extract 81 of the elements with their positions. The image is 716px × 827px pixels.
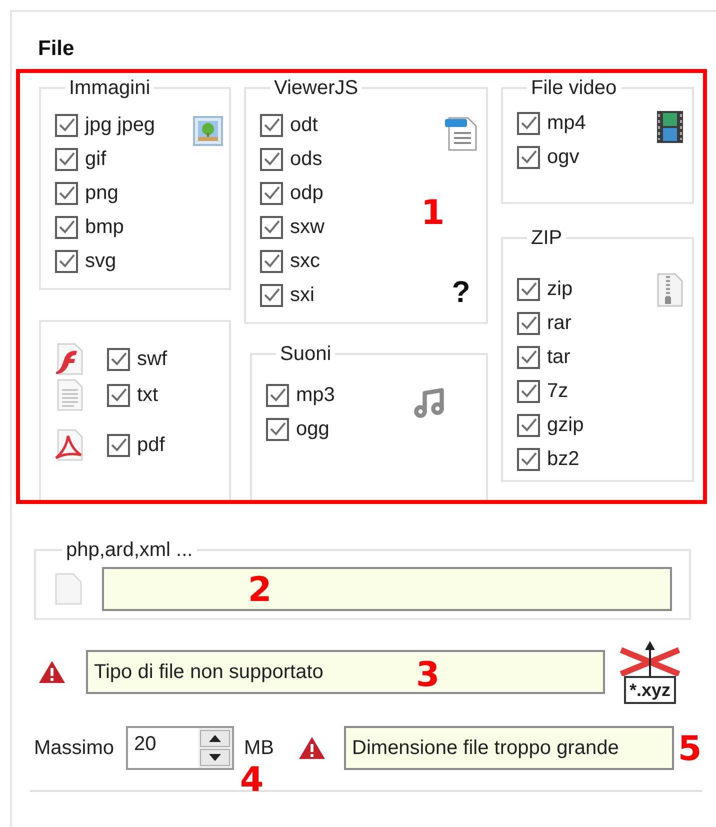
field-label: Massimo: [34, 736, 114, 761]
checkbox[interactable]: [107, 348, 130, 370]
checkbox[interactable]: [260, 148, 283, 170]
checkbox-label: bz2: [547, 449, 580, 469]
checkbox-label: pdf: [137, 435, 165, 455]
music-note-icon: [412, 386, 446, 420]
annotation-number: 2: [248, 573, 272, 607]
group-title: php,ard,xml ...: [65, 540, 194, 560]
file-extension-label: *.xyz: [624, 676, 676, 704]
checkbox[interactable]: [517, 278, 540, 300]
message-field: Dimensione file troppo grande: [344, 726, 674, 770]
checkbox[interactable]: [107, 384, 130, 406]
checkbox-label: gzip: [547, 415, 584, 435]
archive-icon: [656, 272, 684, 308]
annotation-number: 1: [421, 196, 445, 230]
checkbox-label: bmp: [85, 217, 124, 237]
unit-label: MB: [244, 737, 274, 759]
checkbox-label: odt: [290, 115, 318, 135]
checkbox[interactable]: [517, 346, 540, 368]
checkbox[interactable]: [55, 216, 78, 238]
checkbox-label: mp4: [547, 113, 586, 133]
checkbox[interactable]: [517, 312, 540, 334]
checkbox-label: mp3: [296, 385, 335, 405]
group-title: File video: [530, 78, 618, 98]
input-field[interactable]: [102, 567, 672, 611]
checkbox[interactable]: [260, 182, 283, 204]
document-icon: [444, 116, 478, 152]
spin-field[interactable]: 20: [126, 726, 234, 770]
help-mark: ?: [452, 278, 470, 308]
checkbox-label: gif: [85, 149, 106, 169]
annotation-number: 3: [416, 658, 440, 692]
checkbox-label: zip: [547, 279, 573, 299]
picture-icon: [193, 116, 223, 146]
decrement-button[interactable]: [200, 749, 230, 766]
group-title: Immagini: [68, 78, 152, 98]
checkbox[interactable]: [260, 250, 283, 272]
checkbox[interactable]: [260, 216, 283, 238]
checkbox[interactable]: [517, 448, 540, 470]
checkbox-label: ods: [290, 149, 322, 169]
checkbox[interactable]: [517, 112, 540, 134]
checkbox-label: tar: [547, 347, 570, 367]
checkbox[interactable]: [55, 182, 78, 204]
annotation-number: 4: [240, 763, 264, 797]
checkbox-label: 7z: [547, 381, 568, 401]
checkbox-label: sxw: [290, 217, 324, 237]
checkbox-label: svg: [85, 251, 116, 271]
checkbox-label: rar: [547, 313, 572, 333]
warning-icon: [298, 736, 326, 760]
checkbox[interactable]: [55, 114, 78, 136]
checkbox[interactable]: [55, 250, 78, 272]
checkbox[interactable]: [55, 148, 78, 170]
film-icon: [656, 110, 684, 144]
checkbox-label: odp: [290, 183, 324, 203]
group-title: ZIP: [530, 228, 564, 248]
checkbox-label: sxi: [290, 285, 314, 305]
checkbox[interactable]: [517, 380, 540, 402]
checkbox[interactable]: [517, 146, 540, 168]
checkbox-label: ogg: [296, 419, 330, 439]
checkbox[interactable]: [266, 384, 289, 406]
checkbox-label: swf: [137, 349, 167, 369]
checkbox-label: jpg jpeg: [85, 115, 156, 135]
increment-button[interactable]: [200, 730, 230, 747]
checkbox[interactable]: [260, 284, 283, 306]
checkbox[interactable]: [266, 418, 289, 440]
checkbox[interactable]: [107, 434, 130, 456]
warning-icon: [38, 660, 66, 684]
group-title: ViewerJS: [273, 78, 360, 98]
checkbox-label: ogv: [547, 147, 580, 167]
checkbox-label: sxc: [290, 251, 320, 271]
flash-file-icon: [53, 342, 85, 376]
checkbox[interactable]: [260, 114, 283, 136]
pdf-file-icon: [53, 428, 85, 462]
up-arrow-icon: [209, 735, 222, 742]
annotation-number: 5: [678, 732, 702, 766]
checkbox[interactable]: [517, 414, 540, 436]
section-title: File: [38, 38, 74, 59]
group-title: Suoni: [279, 344, 332, 364]
checkbox-label: txt: [137, 385, 158, 405]
checkbox-label: png: [85, 183, 118, 203]
cross-arrow-icon: [617, 640, 683, 676]
down-arrow-icon: [209, 754, 222, 761]
